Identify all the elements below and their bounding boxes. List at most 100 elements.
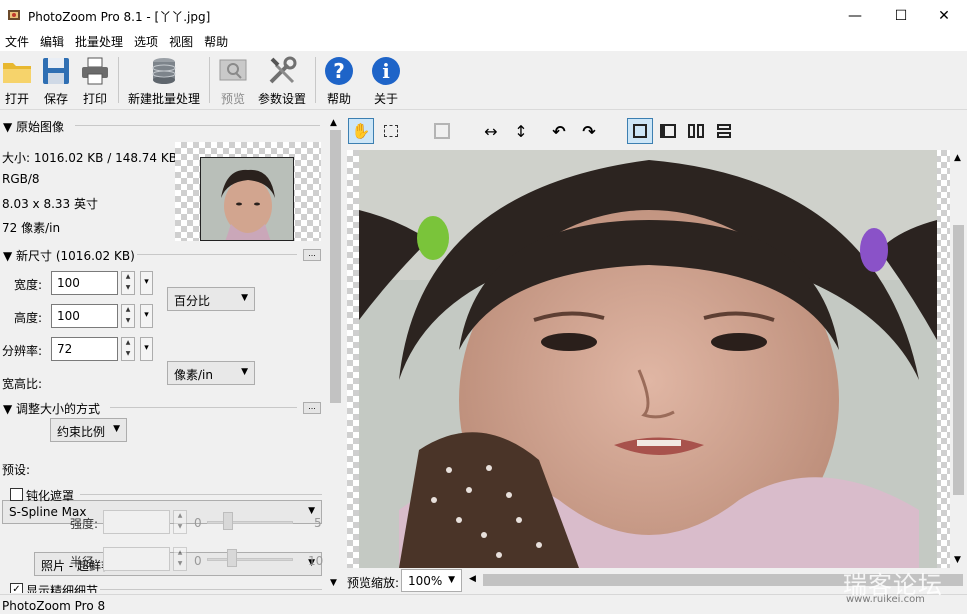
database-icon xyxy=(148,55,180,87)
radius-input[interactable] xyxy=(103,547,170,571)
scroll-up-icon[interactable]: ▲ xyxy=(330,118,337,128)
resolution-input[interactable]: 72 xyxy=(51,337,118,361)
settings-label: 参数设置 xyxy=(257,92,306,106)
strength-slider-thumb[interactable] xyxy=(223,512,233,530)
new-batch-button[interactable]: 新建批量处理 xyxy=(126,55,202,107)
stacked-view-button[interactable] xyxy=(711,118,737,144)
scrollbar-thumb[interactable] xyxy=(330,130,341,403)
width-menu-button[interactable]: ▾ xyxy=(140,271,153,295)
width-spinner[interactable]: ▲ ▼ xyxy=(121,271,135,295)
new-size-header[interactable]: ▼ 新尺寸 (1016.02 KB) xyxy=(3,247,135,264)
close-button[interactable]: ✕ xyxy=(921,0,967,31)
scroll-left-icon[interactable]: ◀ xyxy=(469,574,476,584)
preview-canvas[interactable] xyxy=(347,150,950,568)
original-image-header[interactable]: ▼ 原始图像 xyxy=(3,118,64,135)
radius-slider-thumb[interactable] xyxy=(227,549,237,567)
strength-slider-track[interactable] xyxy=(207,521,293,524)
radius-slider-track[interactable] xyxy=(207,558,293,561)
spin-down-icon[interactable]: ▼ xyxy=(174,522,186,533)
menu-view[interactable]: 视图 xyxy=(164,31,199,50)
fine-detail-checkbox[interactable]: ✓ xyxy=(10,583,23,593)
spin-up-icon[interactable]: ▲ xyxy=(122,272,134,283)
spin-down-icon[interactable]: ▼ xyxy=(122,283,134,294)
scrollbar-thumb[interactable] xyxy=(953,225,964,495)
spin-down-icon[interactable]: ▼ xyxy=(122,349,134,360)
side-by-side-button[interactable] xyxy=(683,118,709,144)
resolution-menu-button[interactable]: ▾ xyxy=(140,337,153,361)
radius-label: 半径: xyxy=(70,555,99,569)
help-button[interactable]: ? 帮助 xyxy=(323,55,355,107)
menu-help[interactable]: 帮助 xyxy=(199,31,234,50)
toolbar-separator xyxy=(315,57,316,103)
original-resolution: 72 像素/in xyxy=(2,221,61,235)
strength-input[interactable] xyxy=(103,510,170,534)
radius-min: 0 xyxy=(194,554,202,568)
original-size: 大小: 1016.02 KB / 148.74 KB xyxy=(2,151,177,165)
spin-up-icon[interactable]: ▲ xyxy=(174,511,186,522)
menu-bar: 文件 编辑 批量处理 选项 视图 帮助 xyxy=(0,31,967,51)
spin-down-icon[interactable]: ▼ xyxy=(174,559,186,570)
save-label: 保存 xyxy=(43,92,68,106)
menu-file[interactable]: 文件 xyxy=(0,31,35,50)
height-spinner[interactable]: ▲ ▼ xyxy=(121,304,135,328)
radius-spinner[interactable]: ▲ ▼ xyxy=(173,547,187,571)
resolution-spinner[interactable]: ▲ ▼ xyxy=(121,337,135,361)
preview-button[interactable]: 预览 xyxy=(217,55,249,107)
strength-spinner[interactable]: ▲ ▼ xyxy=(173,510,187,534)
zoom-select[interactable]: 100% ▼ xyxy=(401,569,462,592)
preview-vertical-scrollbar[interactable]: ▲ ▼ xyxy=(950,150,967,568)
settings-button[interactable]: 参数设置 xyxy=(256,55,308,107)
scroll-down-icon[interactable]: ▼ xyxy=(954,555,961,565)
resize-method-header[interactable]: ▼ 调整大小的方式 xyxy=(3,400,100,417)
spin-down-icon[interactable]: ▼ xyxy=(122,316,134,327)
original-thumbnail[interactable] xyxy=(175,142,321,241)
unsharp-mask-label: 钝化遮罩 xyxy=(26,489,75,503)
menu-batch[interactable]: 批量处理 xyxy=(70,31,129,50)
single-view-button[interactable] xyxy=(627,118,653,144)
size-unit-select[interactable]: 百分比 ▼ xyxy=(167,287,255,311)
about-label: 关于 xyxy=(373,92,398,106)
width-input[interactable]: 100 xyxy=(51,271,118,295)
floppy-icon xyxy=(40,55,72,87)
menu-edit[interactable]: 编辑 xyxy=(35,31,70,50)
scroll-up-icon[interactable]: ▲ xyxy=(954,153,961,163)
svg-text:i: i xyxy=(382,59,390,83)
new-size-options-button[interactable]: ... xyxy=(303,249,321,261)
resolution-unit-select[interactable]: 像素/in ▼ xyxy=(167,361,255,385)
select-tool-button[interactable] xyxy=(378,118,404,144)
spin-up-icon[interactable]: ▲ xyxy=(174,548,186,559)
maximize-button[interactable]: ☐ xyxy=(878,0,924,31)
split-view-button[interactable] xyxy=(655,118,681,144)
strength-label: 强度: xyxy=(70,517,99,531)
toolbar-separator xyxy=(209,57,210,103)
aspect-select[interactable]: 约束比例 ▼ xyxy=(50,418,127,442)
radius-max: 10 xyxy=(308,554,324,568)
fine-detail-label: 显示精细细节 xyxy=(26,584,99,593)
menu-options[interactable]: 选项 xyxy=(129,31,164,50)
status-text: PhotoZoom Pro 8 xyxy=(2,599,106,613)
flip-horizontal-button[interactable]: ↔ xyxy=(478,118,504,144)
save-button[interactable]: 保存 xyxy=(41,55,71,107)
preset-label: 预设: xyxy=(2,463,31,477)
hand-tool-button[interactable]: ✋ xyxy=(348,118,374,144)
print-button[interactable]: 打印 xyxy=(80,55,110,107)
minimize-button[interactable]: — xyxy=(832,0,878,31)
spin-up-icon[interactable]: ▲ xyxy=(122,305,134,316)
crop-button[interactable] xyxy=(429,118,455,144)
flip-vertical-button[interactable]: ↕ xyxy=(508,118,534,144)
about-button[interactable]: i 关于 xyxy=(370,55,402,107)
rotate-left-button[interactable]: ↶ xyxy=(546,118,572,144)
rotate-right-button[interactable]: ↷ xyxy=(576,118,602,144)
settings-scrollbar[interactable]: ▲ ▼ xyxy=(327,116,344,593)
crop-icon xyxy=(434,123,450,139)
spin-up-icon[interactable]: ▲ xyxy=(122,338,134,349)
horizontal-arrows-icon: ↔ xyxy=(484,121,498,141)
scroll-down-icon[interactable]: ▼ xyxy=(330,578,337,588)
resize-options-button[interactable]: ... xyxy=(303,402,321,414)
divider xyxy=(75,125,320,126)
unsharp-mask-checkbox[interactable] xyxy=(10,488,23,501)
height-input[interactable]: 100 xyxy=(51,304,118,328)
height-menu-button[interactable]: ▾ xyxy=(140,304,153,328)
toolbar-separator xyxy=(118,57,119,103)
open-button[interactable]: 打开 xyxy=(2,55,32,107)
